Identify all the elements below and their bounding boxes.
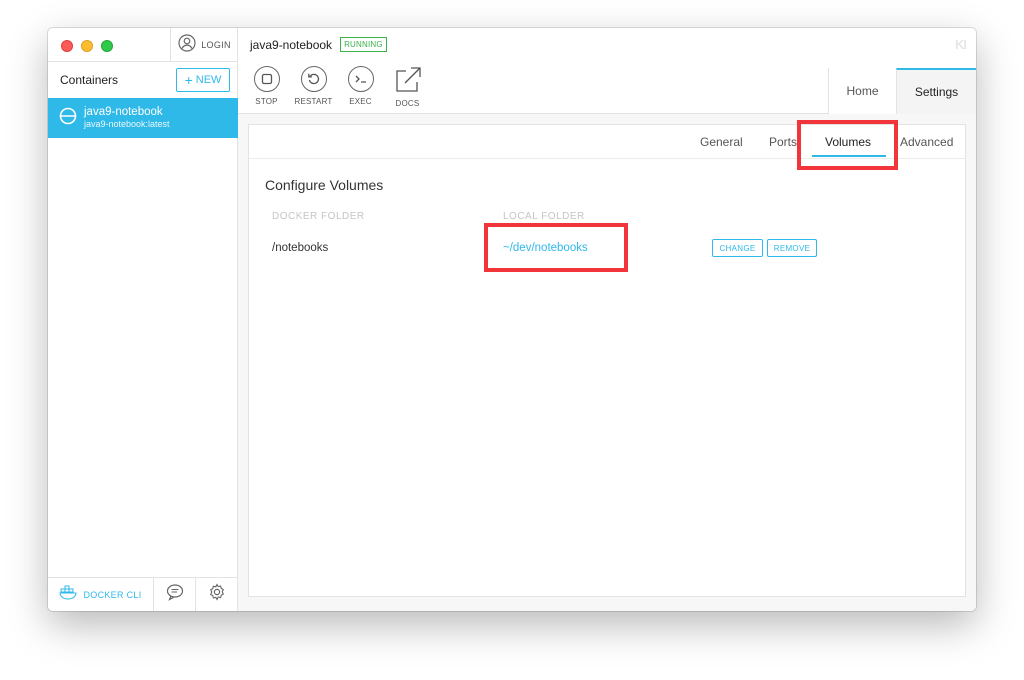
stop-label: STOP (255, 97, 278, 106)
settings-subtabs: General Ports Volumes Advanced (249, 125, 965, 159)
docker-cli-icon (59, 583, 79, 606)
new-container-button[interactable]: + NEW (176, 68, 230, 92)
sidebar-titlebar: LOGIN (48, 28, 238, 62)
exec-button[interactable]: EXEC (343, 66, 378, 108)
subtab-general[interactable]: General (700, 125, 743, 159)
container-header: java9-notebook RUNNING KI STOP RESTART E… (238, 28, 976, 114)
subtab-volumes[interactable]: Volumes (825, 125, 871, 159)
window-controls (61, 40, 113, 52)
change-volume-button[interactable]: CHANGE (712, 239, 763, 257)
login-button[interactable]: LOGIN (170, 28, 238, 62)
plus-icon: + (184, 72, 193, 88)
settings-panel: General Ports Volumes Advanced Configure… (248, 124, 966, 597)
container-state-icon (59, 107, 77, 130)
preferences-button[interactable] (196, 578, 238, 611)
subtab-ports[interactable]: Ports (769, 125, 797, 159)
container-title: java9-notebook (250, 37, 333, 52)
docs-button[interactable]: DOCS (390, 66, 425, 108)
feedback-button[interactable] (154, 578, 196, 611)
restart-button[interactable]: RESTART (294, 66, 333, 108)
gear-icon (208, 583, 226, 606)
docker-cli-label: DOCKER CLI (83, 589, 142, 600)
stop-icon (253, 66, 280, 92)
user-icon (178, 33, 196, 57)
volume-docker-folder: /notebooks (272, 242, 329, 254)
container-item-name: java9-notebook (84, 106, 163, 118)
docker-cli-button[interactable]: DOCKER CLI (48, 578, 154, 611)
main-tabs: Home Settings (828, 68, 976, 114)
minimize-window-button[interactable] (81, 40, 93, 52)
containers-header: Containers + NEW (48, 62, 238, 98)
external-link-icon (394, 66, 422, 94)
column-header-docker-folder: DOCKER FOLDER (272, 211, 365, 222)
volume-local-folder-link[interactable]: ~/dev/notebooks (503, 242, 588, 254)
new-button-label: NEW (195, 74, 222, 86)
title-row: java9-notebook RUNNING (250, 37, 387, 52)
action-toolbar: STOP RESTART EXEC DOCS (249, 66, 425, 108)
login-label: LOGIN (201, 40, 231, 50)
stop-button[interactable]: STOP (249, 66, 284, 108)
restart-label: RESTART (294, 97, 333, 106)
exec-label: EXEC (349, 97, 372, 106)
app-window: LOGIN Containers + NEW java9-notebook ja… (48, 28, 976, 611)
main-area: java9-notebook RUNNING KI STOP RESTART E… (238, 28, 976, 611)
close-window-button[interactable] (61, 40, 73, 52)
restart-icon (300, 66, 327, 92)
zoom-window-button[interactable] (101, 40, 113, 52)
tab-home[interactable]: Home (828, 68, 896, 114)
sidebar-footer: DOCKER CLI (48, 577, 238, 611)
tab-settings[interactable]: Settings (896, 68, 976, 114)
kitematic-logo: KI (955, 37, 967, 52)
column-header-local-folder: LOCAL FOLDER (503, 211, 585, 222)
active-subtab-indicator (812, 155, 886, 157)
subtab-advanced[interactable]: Advanced (900, 125, 953, 159)
section-title: Configure Volumes (265, 177, 384, 193)
container-item-text: java9-notebook java9-notebook:latest (84, 106, 170, 130)
terminal-icon (347, 66, 374, 92)
sidebar: LOGIN Containers + NEW java9-notebook ja… (48, 28, 238, 611)
containers-title: Containers (60, 73, 119, 87)
docs-label: DOCS (395, 99, 420, 108)
container-item-image: java9-notebook:latest (84, 119, 170, 129)
status-badge: RUNNING (340, 37, 387, 52)
sidebar-item-container[interactable]: java9-notebook java9-notebook:latest (48, 98, 238, 138)
remove-volume-button[interactable]: REMOVE (767, 239, 817, 257)
chat-bubble-icon (166, 583, 184, 606)
